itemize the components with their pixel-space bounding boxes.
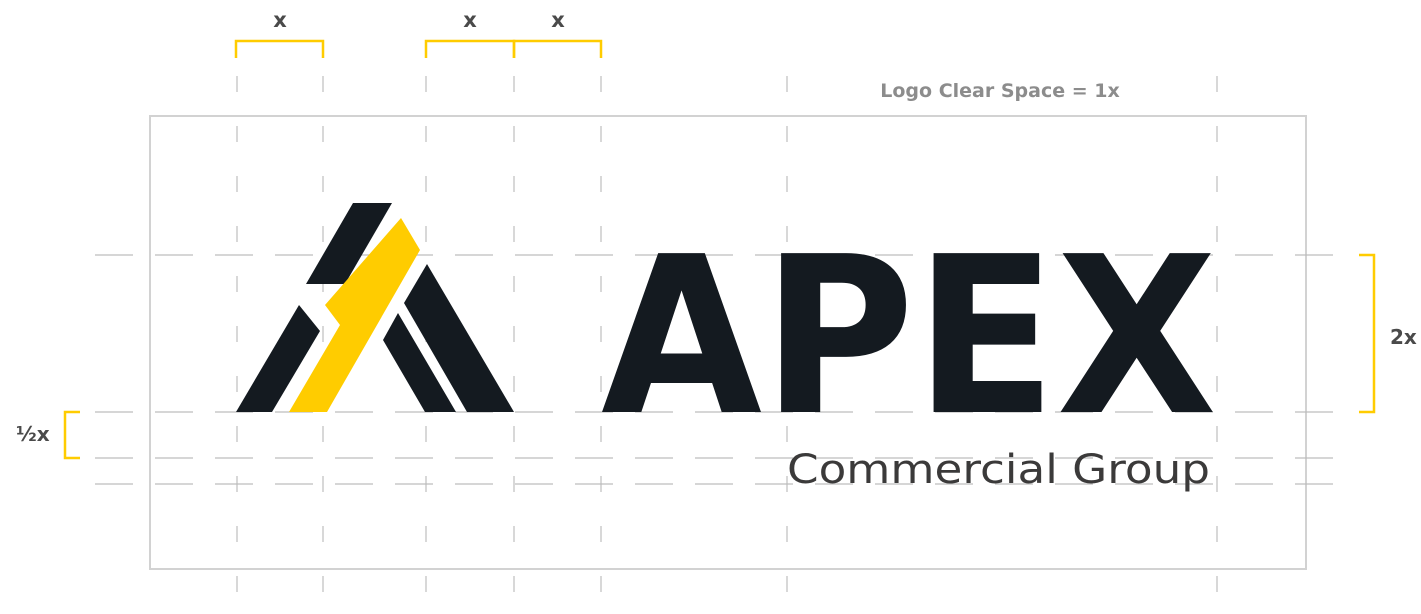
clear-space-diagram: x x x Logo Clear Space = 1x 2x ½x APEX C… [16,8,1417,614]
bracket-x2 [424,39,516,58]
bracket-x1 [234,39,325,58]
apex-logo-mark-icon [236,203,514,412]
logo-tagline: Commercial Group [787,447,1210,493]
label-x3: x [551,8,565,32]
logo-wordmark: APEX [601,211,1217,464]
bracket-x3 [512,39,603,58]
bracket-2x [1359,253,1376,414]
label-half-x: ½x [16,422,50,446]
clear-space-caption: Logo Clear Space = 1x [880,80,1119,102]
label-x2: x [463,8,477,32]
bracket-half-x [63,410,80,460]
label-2x: 2x [1390,325,1417,349]
x-brackets [234,39,603,58]
label-x1: x [273,8,287,32]
